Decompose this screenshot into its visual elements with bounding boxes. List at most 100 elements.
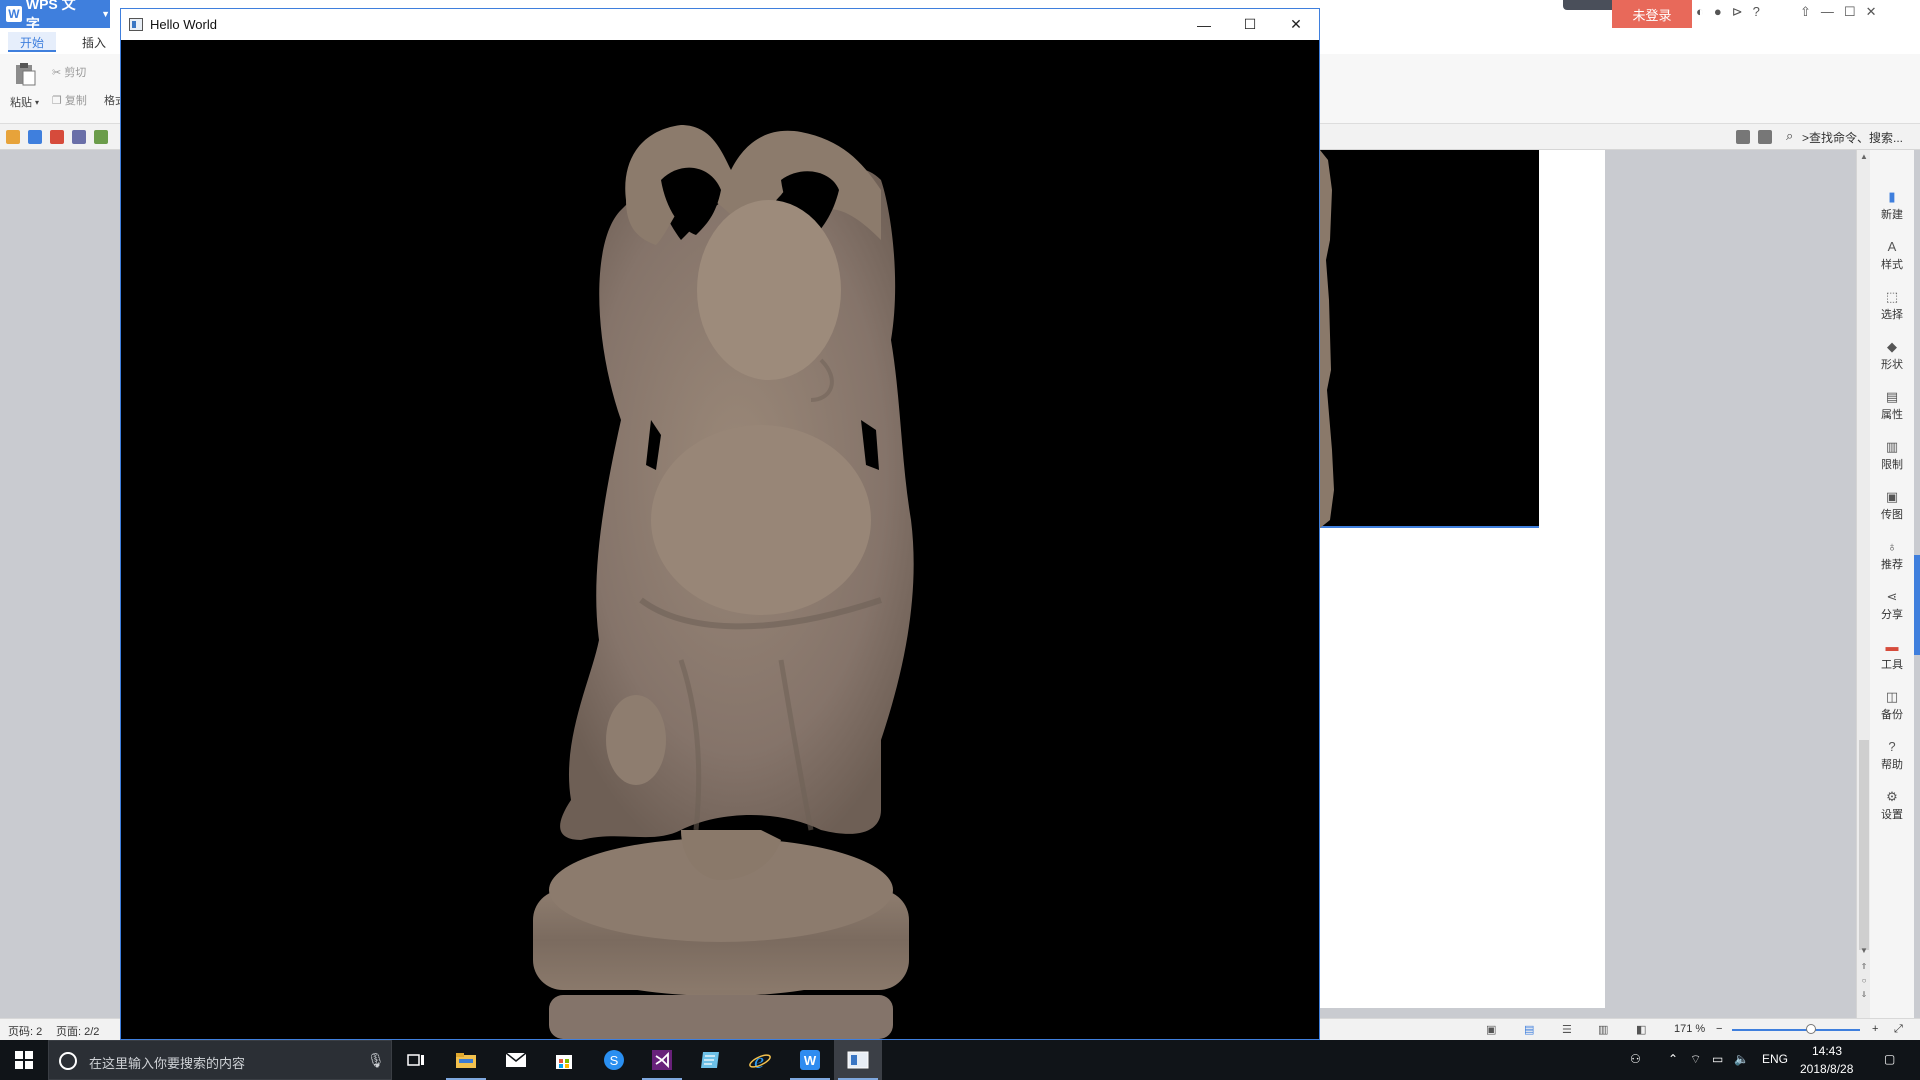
task-view-button[interactable] [392, 1040, 440, 1080]
action-center-icon[interactable]: ▢ [1884, 1052, 1895, 1066]
pane-style[interactable]: A 样式 [1870, 240, 1914, 272]
pane-share[interactable]: ⋖ 分享 [1870, 590, 1914, 622]
cut-button[interactable]: ✂ 剪切 [52, 64, 86, 80]
pane-help[interactable]: ? 帮助 [1870, 740, 1914, 772]
wps-maximize-button[interactable]: ☐ [1844, 4, 1856, 20]
command-search[interactable]: >查找命令、搜索... [1802, 129, 1903, 146]
svg-text:W: W [804, 1053, 817, 1068]
tab-insert[interactable]: 插入 [70, 32, 118, 52]
pane-backup[interactable]: ◫ 备份 [1870, 690, 1914, 722]
clock-date[interactable]: 2018/8/28 [1800, 1062, 1853, 1076]
minimize-button[interactable]: — [1181, 9, 1227, 40]
search-icon[interactable]: ⌕ [1786, 128, 1793, 144]
pane-recommend[interactable]: ♁ 推荐 [1870, 540, 1914, 572]
help-icon[interactable]: ? [1753, 4, 1760, 20]
save-icon[interactable] [28, 130, 42, 144]
maximize-button[interactable]: ☐ [1227, 9, 1273, 40]
volume-icon[interactable]: 🔈 [1734, 1052, 1749, 1066]
pane-upload-image-label: 传图 [1881, 509, 1903, 521]
taskbar-hello-world[interactable] [834, 1040, 882, 1080]
feedback-icon[interactable]: ● [1714, 4, 1722, 20]
pane-shape[interactable]: ◆ 形状 [1870, 340, 1914, 372]
vertical-scrollbar[interactable]: ▲ ▼ ⇑ ○ ⇓ [1856, 150, 1870, 1018]
search-placeholder: 在这里输入你要搜索的内容 [89, 1056, 246, 1071]
select-browse-icon[interactable]: ○ [1857, 976, 1871, 985]
toolbox-icon: ▬ [1885, 639, 1899, 654]
pane-new[interactable]: ▮ 新建 [1870, 190, 1914, 222]
hello-world-titlebar[interactable]: Hello World — ☐ ✕ [121, 9, 1319, 40]
web-view-icon[interactable]: ▥ [1598, 1023, 1608, 1036]
paste-button[interactable]: 粘贴 ▾ [10, 94, 39, 110]
upload-icon[interactable]: ⇧ [1800, 4, 1811, 20]
people-icon[interactable]: ⚇ [1630, 1052, 1641, 1066]
taskbar-sogou[interactable]: S [590, 1040, 638, 1080]
export-pdf-icon[interactable] [50, 130, 64, 144]
taskbar-file-explorer[interactable] [442, 1040, 490, 1080]
taskbar-store[interactable] [540, 1040, 588, 1080]
pane-settings[interactable]: ⚙ 设置 [1870, 790, 1914, 822]
close-button[interactable]: ✕ [1273, 9, 1319, 40]
help-circle-icon: ? [1888, 739, 1896, 754]
pane-properties[interactable]: ▤ 属性 [1870, 390, 1914, 422]
outline-view-icon[interactable]: ☰ [1562, 1023, 1572, 1036]
language-indicator[interactable]: ENG [1762, 1052, 1788, 1066]
eye-protect-icon[interactable]: ◧ [1636, 1023, 1646, 1036]
taskbar-mail[interactable] [492, 1040, 540, 1080]
fullscreen-icon[interactable]: ⤢ [1894, 1023, 1903, 1036]
paste-icon[interactable] [12, 62, 38, 86]
zoom-slider-knob[interactable] [1806, 1024, 1816, 1034]
settings-dropdown-icon[interactable] [1758, 130, 1772, 144]
page-number: 页码: 2 [8, 1026, 43, 1038]
screen-icon[interactable] [1736, 130, 1750, 144]
battery-icon[interactable]: ▭ [1712, 1052, 1723, 1066]
scroll-thumb[interactable] [1859, 740, 1869, 950]
taskbar-ie[interactable]: e [736, 1040, 784, 1080]
wifi-icon[interactable]: ⌔ [1690, 1052, 1701, 1067]
wps-minimize-button[interactable]: — [1821, 4, 1834, 20]
zoom-out-icon[interactable]: − [1716, 1023, 1722, 1035]
taskbar-notepad[interactable] [686, 1040, 734, 1080]
share-icon[interactable]: ⊳ [1732, 4, 1743, 20]
wps-close-button[interactable]: ✕ [1866, 4, 1877, 20]
pane-collapse-tab[interactable] [1914, 555, 1920, 655]
clock-time[interactable]: 14:43 [1812, 1044, 1842, 1058]
zoom-level[interactable]: 171 % [1674, 1023, 1705, 1035]
embedded-image[interactable] [1320, 150, 1539, 528]
pane-select[interactable]: ⬚ 选择 [1870, 290, 1914, 322]
copy-button[interactable]: ❐ 复制 [52, 92, 87, 108]
properties-icon: ▤ [1885, 389, 1899, 404]
pane-upload-image[interactable]: ▣ 传图 [1870, 490, 1914, 522]
zoom-in-icon[interactable]: + [1872, 1023, 1878, 1035]
scroll-up-icon[interactable]: ▲ [1857, 152, 1871, 161]
render-canvas[interactable] [121, 40, 1319, 1039]
show-hidden-icons[interactable]: ⌃ [1668, 1052, 1678, 1066]
statue-head [697, 200, 841, 380]
pane-tools[interactable]: ▬ 工具 [1870, 640, 1914, 672]
store-icon [556, 1055, 572, 1069]
prev-page-icon[interactable]: ⇑ [1857, 962, 1871, 971]
next-page-icon[interactable]: ⇓ [1857, 990, 1871, 999]
login-button[interactable]: 未登录 [1612, 0, 1692, 28]
scroll-down-icon[interactable]: ▼ [1857, 946, 1871, 955]
taskbar-search[interactable]: 在这里输入你要搜索的内容 🎙 [48, 1040, 392, 1080]
hello-world-window: Hello World — ☐ ✕ [120, 8, 1320, 1040]
taskbar-visual-studio[interactable] [638, 1040, 686, 1080]
print-icon[interactable] [72, 130, 86, 144]
zoom-slider[interactable] [1732, 1029, 1860, 1031]
tab-start[interactable]: 开始 [8, 32, 57, 52]
wps-app-menu-button[interactable]: W WPS 文字 ▼ [0, 0, 110, 32]
taskbar-wps[interactable]: W [786, 1040, 834, 1080]
copy-icon: ❐ [52, 94, 62, 107]
fit-page-icon[interactable]: ▣ [1486, 1023, 1496, 1036]
pane-recommend-label: 推荐 [1881, 559, 1903, 571]
pane-restrict[interactable]: ▥ 限制 [1870, 440, 1914, 472]
taskbar: 在这里输入你要搜索的内容 🎙 S e W ⚇ ⌃ ⌔ ▭ 🔈 ENG 14:43… [0, 1040, 1920, 1080]
microphone-icon[interactable]: 🎙 [367, 1052, 385, 1069]
preview-icon[interactable] [94, 130, 108, 144]
shape-icon: ◆ [1887, 339, 1897, 354]
backup-icon: ◫ [1885, 689, 1899, 704]
open-icon[interactable] [6, 130, 20, 144]
skin-icon[interactable]: ◐ [1696, 4, 1704, 20]
page-view-icon[interactable]: ▤ [1524, 1023, 1534, 1036]
start-button[interactable] [0, 1040, 48, 1080]
